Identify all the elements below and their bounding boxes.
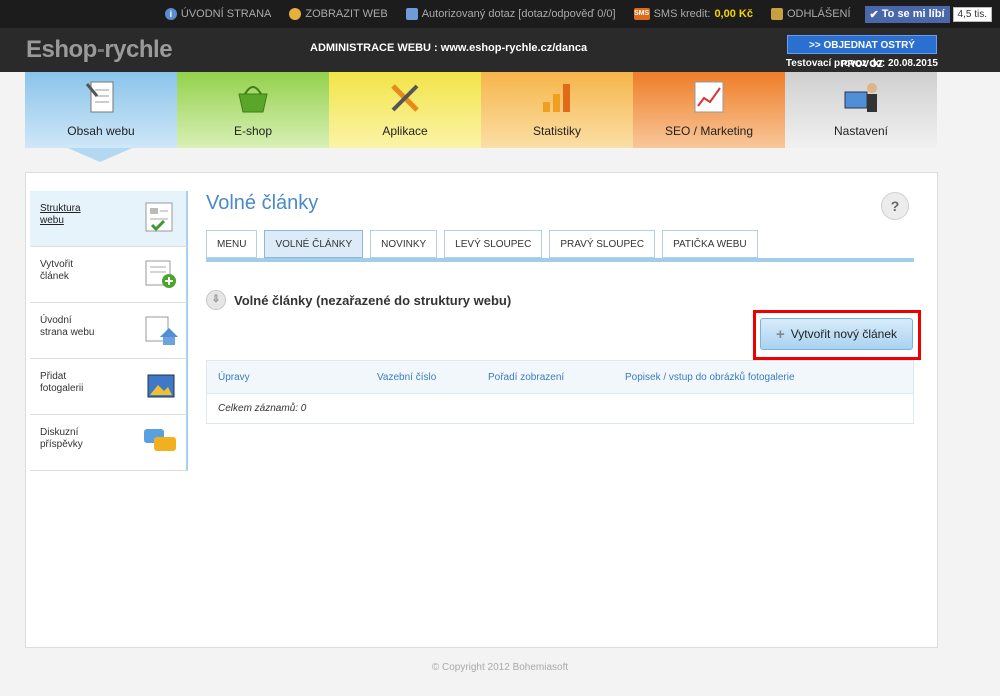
info-icon: i [164, 8, 177, 20]
user-laptop-icon [844, 83, 877, 112]
sms-credit: SMS SMS kredit: 0,00 Kč [633, 8, 753, 20]
check-icon: ✔ [869, 8, 879, 21]
sun-icon [289, 8, 302, 20]
col-caption[interactable]: Popisek / vstup do obrázků fotogalerie [625, 372, 795, 383]
page-title: Volné články [206, 192, 319, 214]
tab-free-articles[interactable]: VOLNÉ ČLÁNKY [264, 230, 364, 258]
col-order[interactable]: Pořadí zobrazení [488, 372, 564, 383]
tab-news[interactable]: NOVINKY [370, 230, 438, 258]
tools-icon [391, 84, 419, 112]
col-edit[interactable]: Úpravy [218, 372, 250, 383]
nav-tab-statistics[interactable]: Statistiky [481, 72, 633, 148]
chat-icon [405, 8, 418, 20]
highlight-frame [753, 310, 921, 360]
nav-tab-content[interactable]: Obsah webu [25, 72, 177, 148]
structure-icon [145, 202, 173, 232]
sidebar-item-add-gallery[interactable]: Přidat fotogalerii [30, 359, 188, 415]
main-nav: Obsah webu E-shop Aplikace Statistiky SE… [25, 72, 937, 148]
nav-tab-apps[interactable]: Aplikace [329, 72, 481, 148]
like-count: 4,5 tis. [952, 6, 992, 22]
col-ref-number[interactable]: Vazební číslo [377, 372, 436, 383]
lock-icon [770, 8, 783, 20]
order-button[interactable]: >> OBJEDNAT OSTRÝ PROVOZ [787, 35, 937, 70]
facebook-like-button[interactable]: ✔ To se mi líbí [864, 5, 950, 23]
sidebar: Struktura webu Vytvořit článek Úvodní stran… [30, 191, 188, 471]
document-icon [85, 81, 114, 113]
sidebar-item-create-article[interactable]: Vytvořit článek [30, 247, 188, 303]
bar-chart-icon [543, 84, 570, 112]
content-tabs: MENU VOLNÉ ČLÁNKY NOVINKY LEVÝ SLOUPEC P… [206, 230, 765, 258]
active-tab-arrow [68, 148, 132, 162]
test-until: Testovací provoz do: 20.08.2015 [785, 58, 938, 69]
view-web-link[interactable]: ZOBRAZIT WEB [289, 8, 388, 20]
add-article-icon [145, 260, 176, 288]
tab-left-column[interactable]: LEVÝ SLOUPEC [444, 230, 543, 258]
table-header: Úpravy Vazební číslo Pořadí zobrazení Po… [207, 361, 913, 394]
tab-footer[interactable]: PATIČKA WEBU [662, 230, 758, 258]
tab-menu[interactable]: MENU [206, 230, 258, 258]
nav-tab-seo[interactable]: SEO / Marketing [633, 72, 785, 148]
sidebar-item-discussion[interactable]: Diskuzní příspěvky [30, 415, 188, 471]
basket-icon [238, 86, 268, 113]
nav-tab-settings[interactable]: Nastavení [785, 72, 937, 148]
total-records: Celkem záznamů: 0 [218, 403, 307, 414]
tab-underline [206, 258, 914, 262]
section-header: ⇩ Volné články (nezařazené do struktury … [206, 290, 511, 310]
sidebar-item-homepage[interactable]: Úvodní strana webu [30, 303, 188, 359]
query-link[interactable]: Autorizovaný dotaz [dotaz/odpověď 0/0] [405, 8, 616, 20]
tab-right-column[interactable]: PRAVÝ SLOUPEC [549, 230, 656, 258]
nav-tab-eshop[interactable]: E-shop [177, 72, 329, 148]
home-link[interactable]: i ÚVODNÍ STRANA [164, 8, 271, 20]
graph-icon [694, 81, 724, 113]
footer-copyright: © Copyright 2012 Bohemiasoft [431, 662, 569, 673]
admin-title: ADMINISTRACE WEBU : www.eshop-rychle.cz/… [310, 42, 588, 54]
help-icon[interactable]: ? [881, 192, 909, 220]
logo[interactable]: Eshop-rychle [26, 36, 173, 64]
home-icon [145, 316, 178, 345]
chat-bubbles-icon [144, 429, 176, 451]
articles-table: Úpravy Vazební číslo Pořadí zobrazení Po… [206, 360, 914, 424]
arrow-down-icon[interactable]: ⇩ [206, 290, 226, 310]
gallery-icon [147, 374, 175, 398]
top-nav: i ÚVODNÍ STRANA ZOBRAZIT WEB Autorizovaný… [147, 4, 992, 24]
sms-icon: SMS [633, 8, 650, 20]
sidebar-item-structure[interactable]: Struktura webu [30, 191, 188, 247]
logout-link[interactable]: ODHLÁŠENÍ [770, 8, 851, 20]
